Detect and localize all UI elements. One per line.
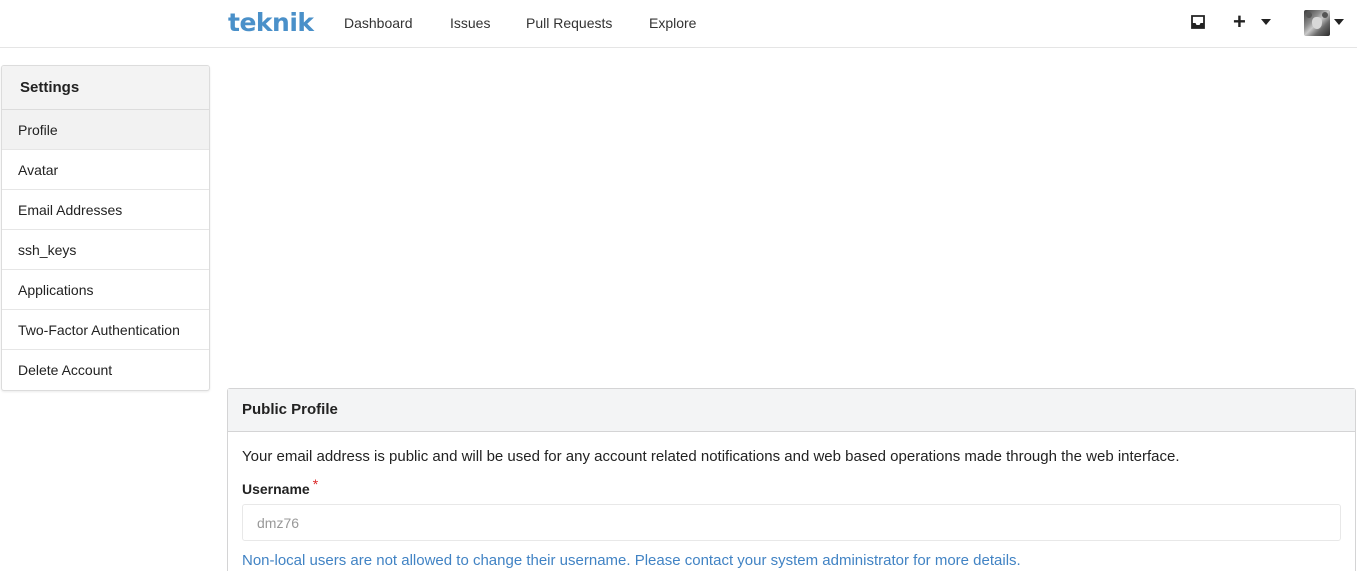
sidebar-item-two-factor[interactable]: Two-Factor Authentication bbox=[2, 310, 209, 350]
plus-icon[interactable]: + bbox=[1233, 11, 1249, 33]
nav-issues[interactable]: Issues bbox=[450, 14, 490, 32]
username-input[interactable] bbox=[242, 504, 1341, 541]
nav-pull-requests[interactable]: Pull Requests bbox=[526, 14, 612, 32]
sidebar-item-delete-account[interactable]: Delete Account bbox=[2, 350, 209, 390]
username-label-text: Username bbox=[242, 481, 310, 497]
sidebar-title: Settings bbox=[2, 66, 209, 110]
caret-down-icon[interactable] bbox=[1334, 19, 1344, 25]
sidebar-item-avatar[interactable]: Avatar bbox=[2, 150, 209, 190]
email-public-notice: Your email address is public and will be… bbox=[242, 448, 1180, 465]
logo[interactable]: teknik bbox=[228, 8, 314, 38]
sidebar-item-applications[interactable]: Applications bbox=[2, 270, 209, 310]
sidebar-item-profile[interactable]: Profile bbox=[2, 110, 209, 150]
settings-sidebar: Settings Profile Avatar Email Addresses … bbox=[1, 65, 210, 391]
username-label: Username * bbox=[242, 476, 1341, 498]
panel-title: Public Profile bbox=[228, 389, 1355, 432]
inbox-icon[interactable] bbox=[1190, 14, 1206, 30]
avatar[interactable] bbox=[1304, 10, 1330, 36]
public-profile-panel: Public Profile Your email address is pub… bbox=[227, 388, 1356, 571]
sidebar-item-ssh-keys[interactable]: ssh_keys bbox=[2, 230, 209, 270]
nav-explore[interactable]: Explore bbox=[649, 14, 696, 32]
caret-down-icon[interactable] bbox=[1261, 19, 1271, 25]
sidebar-item-email-addresses[interactable]: Email Addresses bbox=[2, 190, 209, 230]
panel-body: Your email address is public and will be… bbox=[228, 447, 1355, 571]
required-mark: * bbox=[312, 476, 319, 492]
username-help-text: Non-local users are not allowed to chang… bbox=[242, 552, 1021, 569]
top-navbar: teknik Dashboard Issues Pull Requests Ex… bbox=[0, 0, 1357, 48]
nav-dashboard[interactable]: Dashboard bbox=[344, 14, 413, 32]
